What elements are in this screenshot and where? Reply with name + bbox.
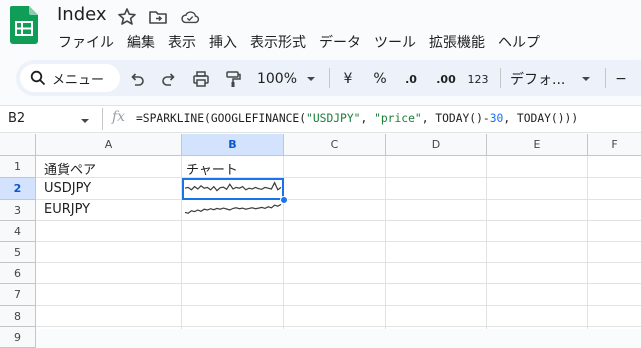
name-box-dropdown-icon[interactable] bbox=[80, 116, 90, 126]
menu-tools[interactable]: ツール bbox=[374, 32, 416, 52]
row-header-8[interactable]: 8 bbox=[0, 306, 36, 327]
sparkline-line bbox=[184, 203, 282, 214]
column-header-b[interactable]: B bbox=[182, 134, 284, 156]
star-icon[interactable] bbox=[117, 7, 137, 27]
menu-view[interactable]: 表示 bbox=[168, 32, 196, 52]
menu-insert[interactable]: 挿入 bbox=[209, 32, 237, 52]
formula-bar-divider bbox=[102, 108, 103, 130]
row-gridline bbox=[36, 241, 641, 242]
decrease-decimal-button[interactable]: .0 bbox=[400, 70, 422, 88]
toolbar-divider bbox=[500, 68, 501, 88]
menu-file[interactable]: ファイル bbox=[58, 32, 114, 52]
cell-a1[interactable]: 通貨ペア bbox=[44, 159, 96, 178]
select-all-corner[interactable] bbox=[0, 134, 36, 156]
undo-icon[interactable] bbox=[128, 70, 146, 88]
menu-data[interactable]: データ bbox=[319, 32, 361, 52]
column-gridline bbox=[587, 156, 588, 329]
menu-help[interactable]: ヘルプ bbox=[498, 32, 540, 52]
cell-a2[interactable]: USDJPY bbox=[44, 181, 91, 196]
print-icon[interactable] bbox=[192, 70, 210, 88]
spreadsheet-grid[interactable]: A B C D E F 1 2 3 4 5 6 7 8 9 通貨ペア チャート … bbox=[0, 134, 641, 348]
sparkline-b3[interactable] bbox=[184, 201, 282, 219]
font-family-select[interactable]: デフォ... bbox=[510, 70, 576, 88]
row-header-2[interactable]: 2 bbox=[0, 178, 36, 200]
menu-edit[interactable]: 編集 bbox=[127, 32, 155, 52]
sheets-logo-icon[interactable] bbox=[10, 6, 38, 44]
column-gridline bbox=[385, 156, 386, 329]
column-gridline bbox=[486, 156, 487, 329]
row-gridline bbox=[36, 199, 641, 200]
menu-bar: ファイル 編集 表示 挿入 表示形式 データ ツール 拡張機能 ヘルプ bbox=[58, 32, 553, 52]
selected-cell-b2[interactable] bbox=[182, 178, 284, 200]
toolbar-divider bbox=[605, 68, 606, 88]
row-header-9[interactable]: 9 bbox=[0, 327, 36, 348]
row-header-3[interactable]: 3 bbox=[0, 200, 36, 221]
number-format-button[interactable]: 123 bbox=[466, 70, 490, 88]
formula-input[interactable]: =SPARKLINE(GOOGLEFINANCE("USDJPY", "pric… bbox=[136, 112, 578, 125]
paint-format-icon[interactable] bbox=[224, 70, 242, 88]
zoom-select[interactable]: 100% bbox=[256, 70, 298, 88]
column-header-e[interactable]: E bbox=[487, 134, 588, 156]
column-header-d[interactable]: D bbox=[386, 134, 487, 156]
increase-decimal-button[interactable]: .00 bbox=[434, 70, 458, 88]
percent-format-button[interactable]: % bbox=[372, 70, 388, 88]
document-title[interactable]: Index bbox=[57, 4, 107, 25]
row-gridline bbox=[36, 283, 641, 284]
font-size-decrease-button[interactable]: − bbox=[612, 70, 630, 88]
row-gridline bbox=[36, 305, 641, 306]
fill-handle[interactable] bbox=[280, 196, 288, 204]
row-header-5[interactable]: 5 bbox=[0, 242, 36, 263]
column-header-a[interactable]: A bbox=[36, 134, 182, 156]
column-header-f[interactable]: F bbox=[588, 134, 641, 156]
fx-icon: fx bbox=[112, 109, 126, 125]
cloud-saved-icon[interactable] bbox=[180, 7, 200, 27]
row-gridline bbox=[36, 326, 641, 327]
cell-b1[interactable]: チャート bbox=[186, 159, 238, 178]
search-icon bbox=[30, 70, 46, 86]
row-header-7[interactable]: 7 bbox=[0, 284, 36, 306]
menu-search-label: メニュー bbox=[52, 72, 105, 88]
row-gridline bbox=[36, 177, 641, 178]
menu-format[interactable]: 表示形式 bbox=[250, 32, 306, 52]
menu-search-button[interactable]: メニュー bbox=[20, 64, 120, 92]
name-box[interactable]: B2 bbox=[8, 111, 25, 126]
zoom-dropdown-icon[interactable] bbox=[305, 70, 317, 88]
row-header-4[interactable]: 4 bbox=[0, 221, 36, 242]
toolbar-divider bbox=[329, 68, 330, 88]
row-gridline bbox=[36, 262, 641, 263]
row-header-6[interactable]: 6 bbox=[0, 263, 36, 284]
move-folder-icon[interactable] bbox=[148, 7, 168, 27]
column-header-c[interactable]: C bbox=[284, 134, 386, 156]
redo-icon[interactable] bbox=[160, 70, 178, 88]
row-header-1[interactable]: 1 bbox=[0, 156, 36, 178]
menu-extensions[interactable]: 拡張機能 bbox=[429, 32, 485, 52]
row-gridline bbox=[36, 220, 641, 221]
currency-format-button[interactable]: ¥ bbox=[340, 70, 356, 88]
font-dropdown-icon[interactable] bbox=[580, 70, 592, 88]
cell-a3[interactable]: EURJPY bbox=[44, 202, 90, 217]
